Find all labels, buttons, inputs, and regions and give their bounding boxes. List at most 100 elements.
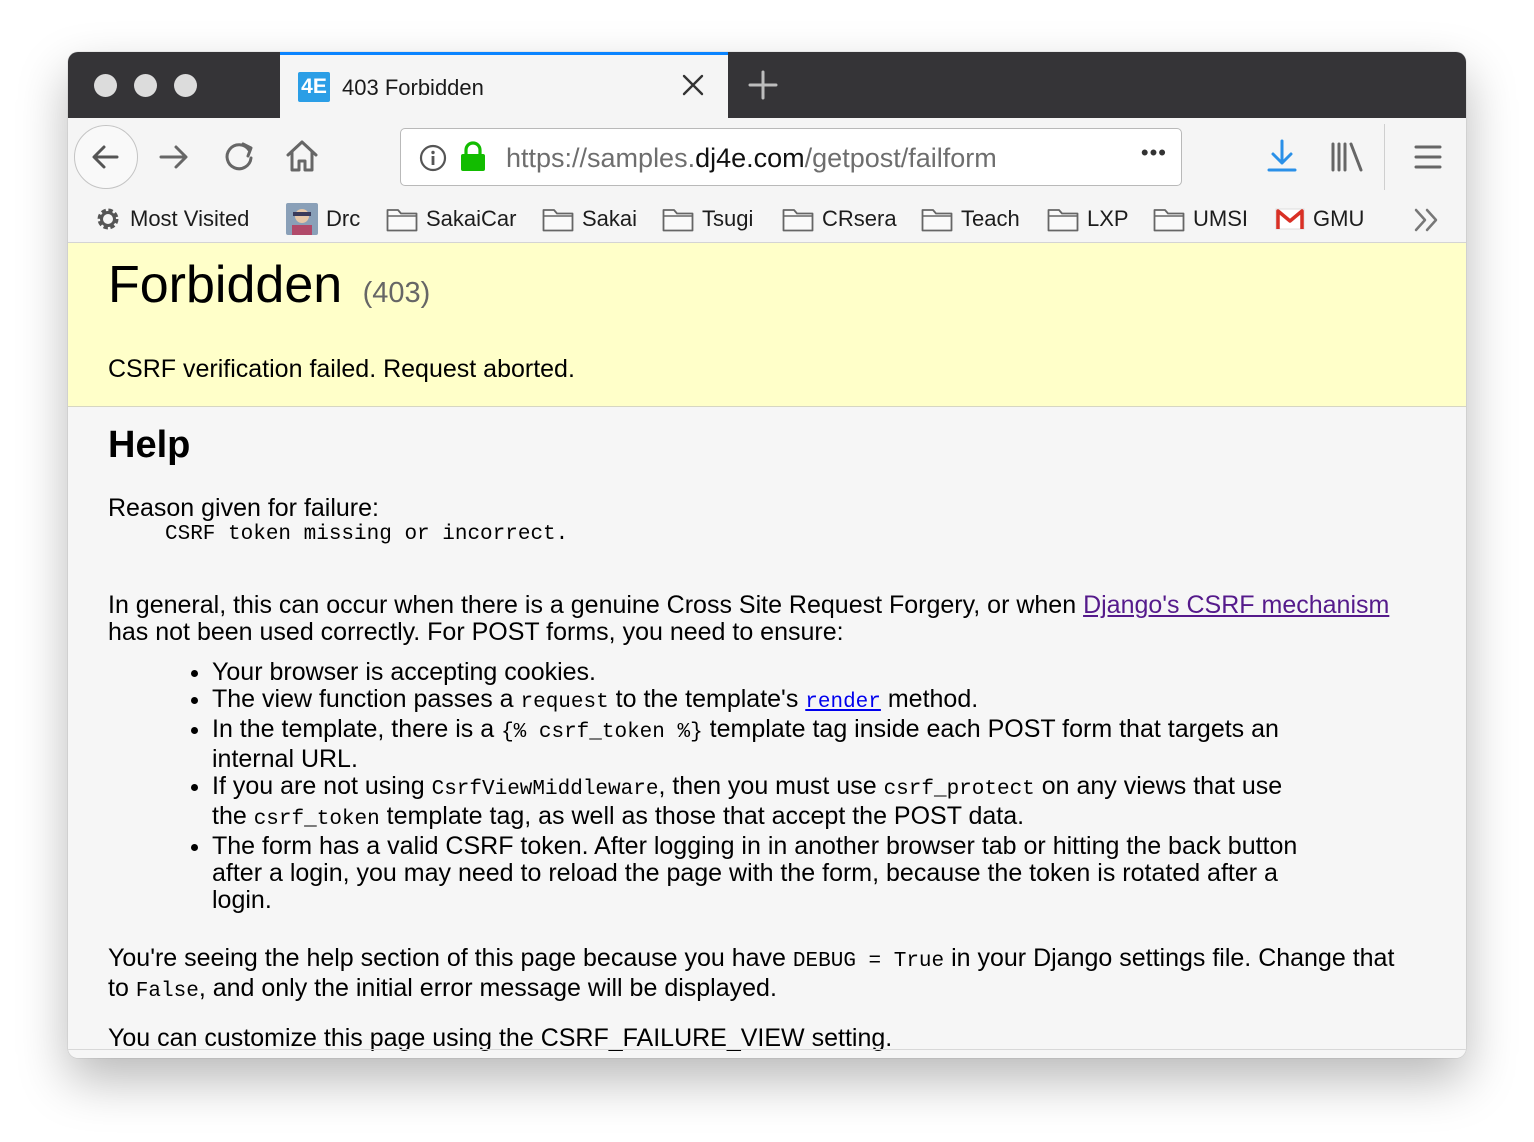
bookmark-gmu[interactable]: GMU (1275, 202, 1364, 236)
list-item-text: to the template's (608, 685, 806, 713)
bookmark-label: Most Visited (130, 206, 250, 231)
help-intro: In general, this can occur when there is… (108, 592, 1408, 646)
library-icon[interactable] (1329, 141, 1365, 173)
back-arrow-icon (92, 145, 119, 169)
minimize-window-button[interactable] (134, 74, 157, 97)
gear-icon (97, 208, 119, 230)
debug-note: You're seeing the help section of this p… (108, 945, 1408, 1005)
url-path: /getpost/failform (804, 143, 997, 173)
bookmark-sakaicar[interactable]: SakaiCar (386, 202, 516, 236)
code-csrf-view-middleware: CsrfViewMiddleware (431, 778, 659, 801)
list-item: In the template, there is a {% csrf_toke… (212, 716, 1322, 773)
bookmark-teach[interactable]: Teach (921, 202, 1020, 236)
bookmark-sakai[interactable]: Sakai (542, 202, 637, 236)
debug-text: , and only the initial error message wil… (198, 974, 777, 1002)
bookmark-label: SakaiCar (426, 206, 517, 231)
code-request: request (520, 691, 609, 714)
list-item-text: template tag, as well as those that acce… (379, 802, 1025, 830)
download-icon[interactable] (1266, 138, 1298, 174)
folder-icon (542, 209, 574, 232)
page-content: Forbidden (403) CSRF verification failed… (68, 243, 1466, 1058)
plus-icon[interactable] (748, 70, 778, 100)
render-link[interactable]: render (805, 691, 881, 714)
code-csrf-protect: csrf_protect (883, 778, 1035, 801)
error-summary: Forbidden (403) CSRF verification failed… (68, 243, 1466, 407)
gmail-icon (1275, 208, 1305, 230)
menu-icon[interactable] (1413, 143, 1443, 171)
close-window-button[interactable] (94, 74, 117, 97)
bookmark-drc[interactable]: Drc (286, 202, 360, 236)
customize-note: You can customize this page using the CS… (108, 1024, 893, 1052)
footer-divider (68, 1049, 1466, 1050)
list-item: The form has a valid CSRF token. After l… (212, 833, 1322, 914)
bookmark-label: Drc (326, 206, 361, 231)
code-csrf-token-tag: {% csrf_token %} (501, 721, 703, 744)
help-heading: Help (108, 424, 191, 466)
list-item: The view function passes a request to th… (212, 686, 1322, 716)
list-item-text: If you are not using (212, 772, 432, 800)
url-bar[interactable]: https://samples.dj4e.com/getpost/failfor… (400, 128, 1182, 186)
bookmark-lxp[interactable]: LXP (1047, 202, 1129, 236)
bookmark-crsera[interactable]: CRsera (782, 202, 897, 236)
navigation-toolbar: https://samples.dj4e.com/getpost/failfor… (68, 118, 1466, 196)
folder-icon (1047, 209, 1079, 232)
bookmark-label: Teach (961, 206, 1020, 231)
intro-text-after: has not been used correctly. For POST fo… (108, 618, 844, 646)
tab-title: 403 Forbidden (342, 75, 484, 100)
list-item-text: The form has a valid CSRF token. After l… (212, 832, 1298, 914)
folder-icon (662, 209, 694, 232)
code-csrf-token: csrf_token (253, 808, 380, 831)
help-section: Help Reason given for failure: CSRF toke… (108, 423, 1408, 1052)
bookmark-label: UMSI (1193, 206, 1248, 231)
url-text[interactable]: https://samples.dj4e.com/getpost/failfor… (506, 143, 997, 174)
bookmark-most-visited[interactable]: Most Visited (94, 202, 249, 236)
error-message: CSRF verification failed. Request aborte… (108, 355, 575, 383)
list-item-text: Your browser is accepting cookies. (212, 658, 596, 686)
url-scheme: https://samples. (506, 143, 696, 173)
home-icon[interactable] (281, 135, 323, 177)
toolbar-separator (1384, 124, 1385, 190)
list-item-text: The view function passes a (212, 685, 521, 713)
title-bar: 4E 403 Forbidden (68, 52, 1466, 118)
folder-icon (782, 209, 814, 232)
bookmark-label: Sakai (582, 206, 638, 231)
error-code: (403) (362, 277, 431, 309)
list-item: If you are not using CsrfViewMiddleware,… (212, 773, 1322, 833)
folder-icon (921, 209, 953, 232)
code-debug-true: DEBUG = True (792, 950, 945, 973)
bookmark-tsugi[interactable]: Tsugi (662, 202, 753, 236)
list-item: Your browser is accepting cookies. (212, 659, 1322, 686)
reason-detail: CSRF token missing or incorrect. (165, 523, 569, 546)
browser-window: 4E 403 Forbidden https://samples.dj4e.co… (68, 52, 1466, 1058)
folder-icon (1153, 209, 1185, 232)
tab-active[interactable]: 4E 403 Forbidden (280, 52, 728, 118)
reason-label: Reason given for failure: (108, 494, 379, 522)
code-false: False (135, 980, 199, 1003)
page-title: Forbidden (403) (108, 255, 430, 315)
site-favicon: 4E (298, 72, 330, 102)
info-icon[interactable] (419, 144, 447, 172)
intro-text: In general, this can occur when there is… (108, 591, 1084, 619)
avatar-icon (286, 203, 318, 235)
zoom-window-button[interactable] (174, 74, 197, 97)
folder-icon (386, 209, 418, 232)
bookmark-label: GMU (1313, 206, 1365, 231)
chevron-double-right-icon[interactable] (1412, 207, 1442, 233)
reload-icon[interactable] (218, 136, 260, 178)
forward-arrow-icon[interactable] (153, 136, 195, 178)
bookmarks-toolbar: Most Visited Drc SakaiCar Sakai Tsugi CR… (68, 196, 1466, 243)
bookmark-label: LXP (1087, 206, 1129, 231)
page-actions-button[interactable]: ••• (1141, 140, 1167, 166)
close-icon[interactable] (680, 72, 706, 98)
list-item-text: In the template, there is a (212, 715, 502, 743)
requirements-list: Your browser is accepting cookies. The v… (108, 659, 1322, 914)
url-host: dj4e.com (695, 143, 805, 173)
bookmark-label: CRsera (822, 206, 897, 231)
list-item-text: , then you must use (658, 772, 884, 800)
bookmark-label: Tsugi (702, 206, 754, 231)
bookmark-umsi[interactable]: UMSI (1153, 202, 1248, 236)
lock-icon[interactable] (459, 141, 487, 173)
debug-text: You're seeing the help section of this p… (108, 944, 793, 972)
csrf-docs-link[interactable]: Django's CSRF mechanism (1083, 591, 1389, 619)
error-title: Forbidden (108, 256, 343, 314)
